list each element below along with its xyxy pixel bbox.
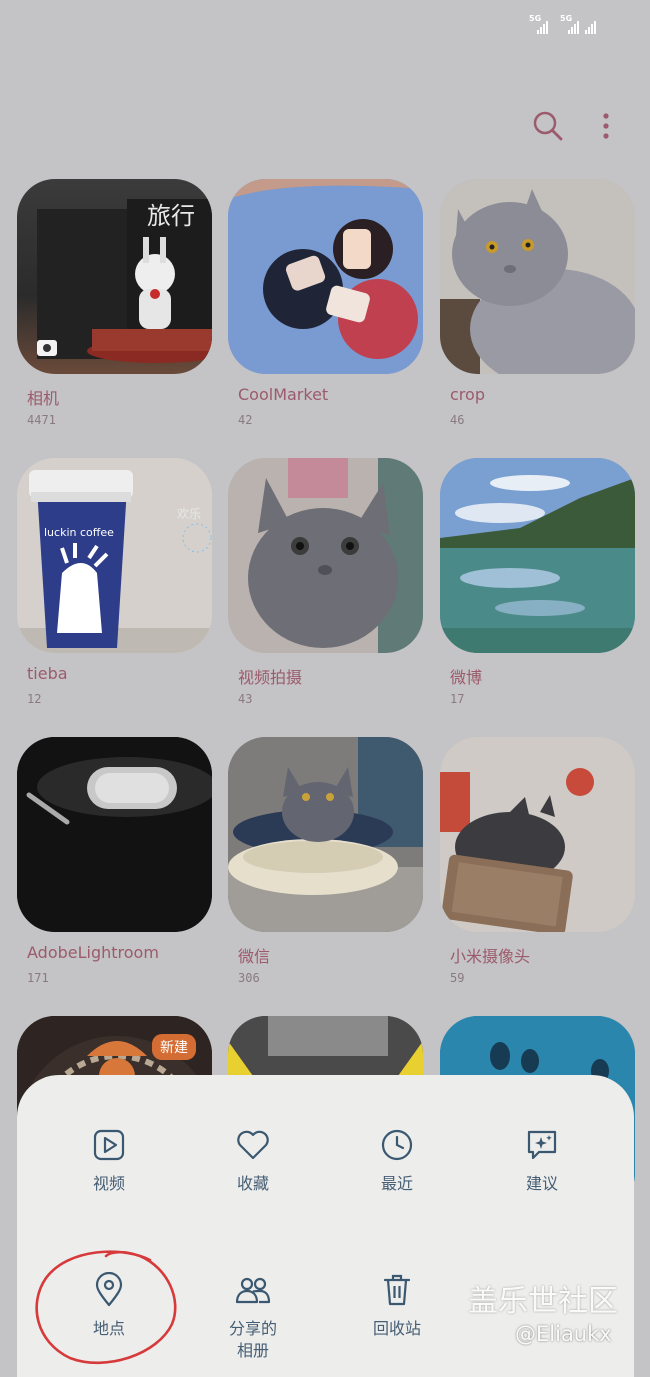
album-count: 12: [27, 692, 42, 706]
album-thumbnail[interactable]: [440, 179, 635, 374]
menu-label: 回收站: [372, 1319, 421, 1338]
thumbnail-banner-text: 欢乐: [177, 506, 201, 521]
signal-icon: 5G: [560, 14, 586, 34]
play-video-icon: [91, 1127, 127, 1163]
album-card[interactable]: crop 46: [440, 179, 635, 427]
album-count: 17: [450, 692, 465, 706]
album-thumbnail[interactable]: [228, 737, 423, 932]
album-thumbnail[interactable]: [440, 737, 635, 932]
menu-label: 视频: [92, 1174, 125, 1193]
album-name: tieba: [27, 664, 68, 683]
menu-label: 最近: [380, 1174, 413, 1193]
trash-icon: [379, 1272, 415, 1308]
menu-label: 收藏: [236, 1174, 269, 1193]
signal-icon: [585, 14, 611, 34]
album-name: AdobeLightroom: [27, 943, 159, 962]
album-count: 306: [238, 971, 260, 985]
camera-icon: [37, 340, 57, 356]
album-thumbnail[interactable]: [228, 179, 423, 374]
menu-label: 分享的相册: [228, 1319, 277, 1360]
album-name: CoolMarket: [238, 385, 329, 404]
watermark-title: 盖乐世社区: [468, 1284, 618, 1319]
more-vertical-icon[interactable]: [602, 112, 610, 140]
album-thumbnail[interactable]: luckin coffee 欢乐: [17, 458, 212, 653]
watermark-user: @Eliaukx: [515, 1322, 612, 1346]
album-card[interactable]: AdobeLightroom 171: [17, 737, 212, 985]
album-thumbnail[interactable]: [228, 458, 423, 653]
people-icon: [235, 1272, 271, 1308]
thumbnail-title: 旅行: [147, 202, 195, 230]
album-name: 视频拍摄: [238, 668, 303, 687]
album-count: 4471: [27, 413, 56, 427]
menu-item-shared-albums[interactable]: 分享的相册: [193, 1272, 313, 1362]
menu-item-recycle-bin[interactable]: 回收站: [337, 1272, 457, 1340]
sparkle-chat-icon: [524, 1127, 560, 1163]
album-card[interactable]: 旅行 相机 4471: [17, 179, 212, 427]
menu-item-video[interactable]: 视频: [49, 1127, 169, 1195]
album-count: 46: [450, 413, 465, 427]
top-toolbar: [532, 110, 610, 142]
new-badge: 新建: [152, 1034, 196, 1060]
album-card[interactable]: 小米摄像头 59: [440, 737, 635, 985]
cup-brand-text: luckin coffee: [44, 526, 114, 539]
annotation-circle: [35, 1250, 177, 1365]
menu-label: 建议: [525, 1174, 558, 1193]
album-card[interactable]: CoolMarket 42: [228, 179, 423, 427]
album-card[interactable]: 微博 17: [440, 458, 635, 706]
album-name: 微博: [450, 668, 483, 687]
status-bar: 5G 5G: [0, 0, 650, 44]
heart-icon: [235, 1127, 271, 1163]
album-thumbnail[interactable]: 旅行: [17, 179, 212, 374]
album-card[interactable]: luckin coffee 欢乐 tieba 12: [17, 458, 212, 706]
album-thumbnail[interactable]: [17, 737, 212, 932]
album-count: 42: [238, 413, 253, 427]
clock-icon: [379, 1127, 415, 1163]
album-count: 43: [238, 692, 253, 706]
album-name: 相机: [27, 389, 60, 408]
album-card[interactable]: 视频拍摄 43: [228, 458, 423, 706]
album-count: 59: [450, 971, 465, 985]
search-icon[interactable]: [532, 110, 564, 142]
album-count: 171: [27, 971, 49, 985]
menu-item-favorites[interactable]: 收藏: [193, 1127, 313, 1195]
album-name: crop: [450, 385, 485, 404]
album-card[interactable]: 微信 306: [228, 737, 423, 985]
album-thumbnail[interactable]: [440, 458, 635, 653]
album-name: 小米摄像头: [450, 947, 531, 966]
menu-item-recent[interactable]: 最近: [337, 1127, 457, 1195]
album-name: 微信: [238, 947, 271, 966]
menu-item-suggestions[interactable]: 建议: [482, 1127, 602, 1195]
signal-icon: 5G: [529, 14, 555, 34]
